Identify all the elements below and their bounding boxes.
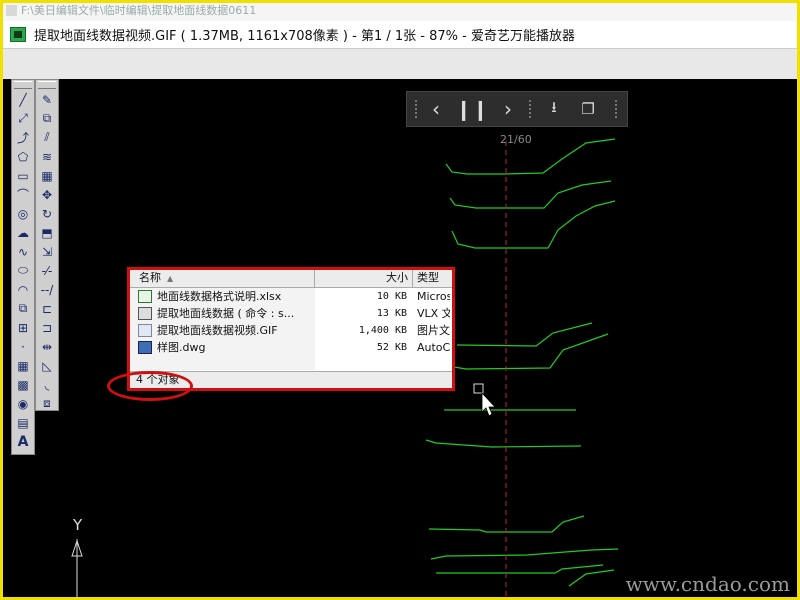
window-title: 提取地面线数据视频.GIF ( 1.37MB, 1161x708像素 ) - 第… xyxy=(34,29,575,44)
control-separator xyxy=(529,100,533,118)
control-grip[interactable] xyxy=(615,100,619,118)
path-text: F:\美日编辑文件\临时编辑\提取地面线数据0611 xyxy=(21,4,257,17)
column-header-type[interactable]: 类型 xyxy=(413,270,453,287)
profile-line xyxy=(425,439,582,448)
column-header-row: 名称 ▲ 大小 类型 xyxy=(130,270,452,288)
excel-file-icon xyxy=(138,290,152,303)
column-header-name[interactable]: 名称 ▲ xyxy=(130,270,315,287)
file-row[interactable]: 提取地面线数据视频.GIF 1,400 KB 图片文 xyxy=(130,322,452,339)
file-size: 13 KB xyxy=(376,308,407,319)
file-name: 样图.dwg xyxy=(157,341,206,354)
breadcrumb-path: F:\美日编辑文件\临时编辑\提取地面线数据0611 xyxy=(3,3,797,21)
copy-icon[interactable]: ❐ xyxy=(573,92,603,126)
site-watermark: www.cndao.com xyxy=(625,572,790,596)
chevron-left-icon[interactable]: ‹ xyxy=(421,92,451,126)
player-app-icon xyxy=(10,27,26,42)
file-type: AutoCA xyxy=(417,341,450,354)
mouse-pointer-icon xyxy=(481,391,496,417)
file-size: 1,400 KB xyxy=(358,325,407,336)
window-titlebar[interactable]: 提取地面线数据视频.GIF ( 1.37MB, 1161x708像素 ) - 第… xyxy=(3,21,797,49)
file-name: 地面线数据格式说明.xlsx xyxy=(157,290,282,303)
profile-line xyxy=(430,548,619,560)
path-marker-icon xyxy=(6,5,17,16)
file-type: VLX 文 xyxy=(417,307,450,320)
vlx-file-icon xyxy=(138,307,152,320)
file-size: 52 KB xyxy=(376,342,407,353)
file-type: Micros xyxy=(417,290,450,303)
file-size: 10 KB xyxy=(376,291,407,302)
ucs-icon xyxy=(71,539,83,597)
download-icon[interactable]: ⭳ xyxy=(539,92,569,126)
file-type: 图片文 xyxy=(417,324,450,337)
column-header-size[interactable]: 大小 xyxy=(315,270,413,287)
image-file-icon xyxy=(138,324,152,337)
ucs-y-label: Y xyxy=(73,516,83,534)
annotation-ellipse xyxy=(107,371,193,401)
sort-ascending-icon: ▲ xyxy=(167,274,174,283)
pickbox-cursor xyxy=(473,383,484,394)
profile-line xyxy=(456,322,593,347)
screenshot-frame: F:\美日编辑文件\临时编辑\提取地面线数据0611 提取地面线数据视频.GIF… xyxy=(0,0,800,600)
profile-line xyxy=(453,333,609,370)
file-row[interactable]: 样图.dwg 52 KB AutoCA xyxy=(130,339,452,356)
file-row[interactable]: 提取地面线数据 ( 命令 : s... 13 KB VLX 文 xyxy=(130,305,452,322)
dwg-file-icon xyxy=(138,341,152,354)
file-name: 提取地面线数据视频.GIF xyxy=(157,324,278,337)
profile-line xyxy=(436,564,604,574)
profile-line xyxy=(568,569,615,587)
profile-line xyxy=(449,180,612,209)
chevron-right-icon[interactable]: › xyxy=(493,92,523,126)
file-list-panel[interactable]: 名称 ▲ 大小 类型 地面线数据格式说明.xlsx 10 KB Micros 提取… xyxy=(127,267,455,391)
control-grip[interactable] xyxy=(415,100,419,118)
frame-counter: 21/60 xyxy=(500,133,532,146)
player-top-band xyxy=(3,49,797,79)
file-row[interactable]: 地面线数据格式说明.xlsx 10 KB Micros xyxy=(130,288,452,305)
pause-icon[interactable]: ❙❙ xyxy=(455,92,489,126)
file-name: 提取地面线数据 ( 命令 : s... xyxy=(157,307,295,320)
player-control-bar[interactable]: ‹ ❙❙ › ⭳ ❐ xyxy=(406,91,628,127)
